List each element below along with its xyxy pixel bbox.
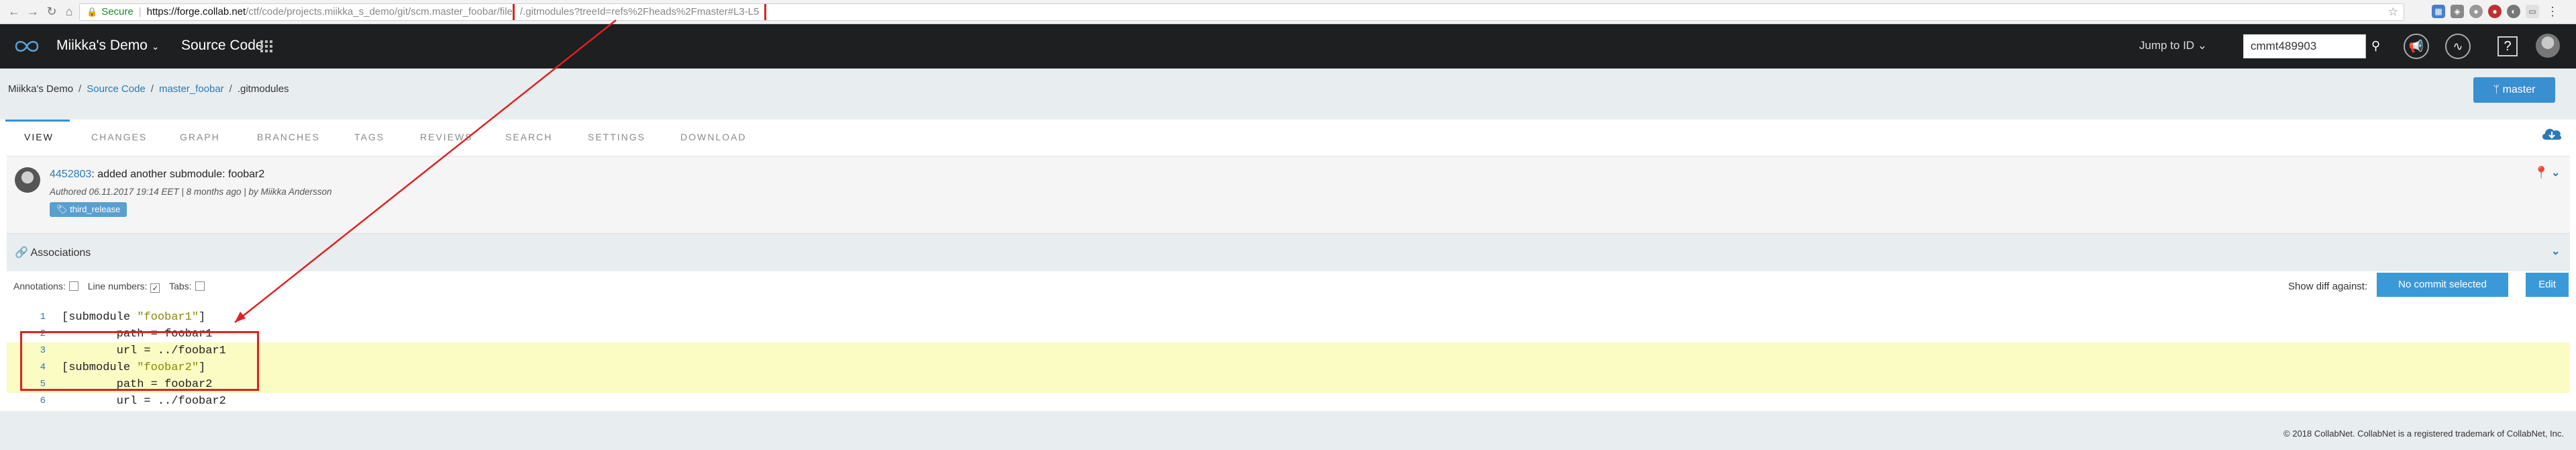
tab-view[interactable]: VIEW <box>24 132 54 142</box>
tab-bar: VIEW CHANGES GRAPH BRANCHES TAGS REVIEWS… <box>0 120 2576 156</box>
line-numbers-checkbox[interactable]: ✓ <box>150 283 160 293</box>
code-line: 6 url = ../foobar2 <box>7 393 2570 404</box>
chevron-down-icon: ⌄ <box>151 41 160 52</box>
tabs-checkbox[interactable] <box>195 281 205 291</box>
breadcrumb-repo[interactable]: master_foobar <box>159 83 224 95</box>
tab-search[interactable]: SEARCH <box>505 132 552 142</box>
tag-badge[interactable]: 🏷 third_release <box>50 202 127 217</box>
code-line-highlighted: 3 url = ../foobar1 <box>7 343 2570 359</box>
diff-commit-select[interactable]: No commit selected <box>2377 273 2508 297</box>
cloud-download-icon[interactable] <box>2540 125 2563 142</box>
activity-icon[interactable]: ∿ <box>2445 34 2471 59</box>
chevron-down-icon[interactable]: ⌄ <box>2551 166 2560 179</box>
tab-graph[interactable]: GRAPH <box>180 132 220 142</box>
annotation-box <box>20 331 259 391</box>
line-number[interactable]: 6 <box>7 393 46 404</box>
copyright-text: © 2018 CollabNet. CollabNet is a registe… <box>2283 429 2564 439</box>
branch-icon: ᛘ <box>2493 84 2500 95</box>
tab-reviews[interactable]: REVIEWS <box>420 132 473 142</box>
app-grid-icon[interactable] <box>260 40 272 52</box>
code-line: 1 [submodule "foobar1"] <box>7 309 2570 326</box>
reload-icon[interactable]: ↻ <box>44 4 59 19</box>
address-bar[interactable]: 🔒 Secure | https://forge.collab.net/ctf/cod… <box>79 3 2404 21</box>
browser-chrome: ← → ↻ ⌂ 🔒 Secure | https://forge.collab.net… <box>0 0 2576 24</box>
breadcrumb-file: .gitmodules <box>237 83 289 95</box>
tab-settings[interactable]: SETTINGS <box>588 132 646 142</box>
line-text: url = ../foobar2 <box>62 395 226 404</box>
tag-icon: 🏷 <box>56 204 68 214</box>
footer: © 2018 CollabNet. CollabNet is a registe… <box>0 411 2576 450</box>
forward-icon[interactable]: → <box>25 4 40 19</box>
extension-icon[interactable]: ◐ <box>2507 5 2520 18</box>
tab-changes[interactable]: CHANGES <box>91 132 147 142</box>
home-icon[interactable]: ⌂ <box>62 4 76 19</box>
edit-button[interactable]: Edit <box>2526 273 2569 297</box>
code-view: 1 [submodule "foobar1"] 2 path = foobar1… <box>7 304 2570 404</box>
code-line: 2 path = foobar1 <box>7 326 2570 343</box>
associations-panel[interactable]: 🔗 Associations ⌄ <box>7 234 2570 271</box>
associations-title: 🔗 Associations <box>15 247 91 259</box>
code-line-highlighted: 4 [submodule "foobar2"] <box>7 359 2570 376</box>
tab-branches[interactable]: BRANCHES <box>257 132 320 142</box>
section-title[interactable]: Source Code <box>181 38 264 54</box>
line-number[interactable]: 1 <box>7 309 46 326</box>
menu-icon[interactable]: ⋮ <box>2546 5 2559 18</box>
megaphone-icon[interactable]: 📢 <box>2404 34 2429 59</box>
extension-icon[interactable]: ● <box>2469 5 2483 18</box>
bookmark-star-icon[interactable]: ☆ <box>2388 4 2398 20</box>
commit-id-link[interactable]: 4452803 <box>50 169 91 180</box>
commit-meta: Authored 06.11.2017 19:14 EET | 8 months… <box>50 187 332 197</box>
extension-icon[interactable]: ▭ <box>2526 5 2539 18</box>
help-icon[interactable]: ? <box>2497 36 2518 56</box>
commit-title: 4452803: added another submodule: foobar… <box>50 169 264 181</box>
chevron-down-icon[interactable]: ⌄ <box>2551 244 2560 258</box>
annotations-label: Annotations: <box>13 281 66 291</box>
line-text: [submodule "foobar1"] <box>62 311 206 324</box>
file-toolbar: Annotations: Line numbers: ✓ Tabs: Show d… <box>7 271 2570 301</box>
extension-icon[interactable]: ◈ <box>2451 5 2464 18</box>
search-icon[interactable]: ⚲ <box>2371 39 2380 53</box>
code-line-highlighted: 5 path = foobar2 <box>7 376 2570 393</box>
tabs-label: Tabs: <box>169 281 192 291</box>
jump-to-id[interactable]: Jump to ID ⌄ <box>2139 39 2207 52</box>
url-path: /ctf/code/projects.miikka_s_demo/git/scm… <box>246 6 513 17</box>
secure-label: Secure <box>101 6 134 17</box>
breadcrumb-source-code[interactable]: Source Code <box>87 83 146 95</box>
line-numbers-label: Line numbers: <box>87 281 148 291</box>
map-pin-icon[interactable]: 📍 <box>2534 166 2548 180</box>
tab-tags[interactable]: TAGS <box>354 132 384 142</box>
branch-button[interactable]: ᛘ master <box>2473 77 2555 103</box>
search-input[interactable]: cmmt489903 <box>2243 34 2366 58</box>
view-options: Annotations: Line numbers: ✓ Tabs: <box>13 281 211 293</box>
active-tab-indicator <box>5 120 70 122</box>
link-icon: 🔗 <box>15 247 28 259</box>
project-selector[interactable]: Miikka's Demo ⌄ <box>56 38 159 54</box>
url-host: https://forge.collab.net <box>146 6 246 17</box>
app-header: Miikka's Demo ⌄ Source Code Jump to ID ⌄… <box>0 24 2576 69</box>
back-icon[interactable]: ← <box>7 4 21 19</box>
tab-download[interactable]: DOWNLOAD <box>680 132 746 142</box>
user-avatar[interactable] <box>2536 34 2560 58</box>
url-highlight: /.gitmodules?treeId=refs%2Fheads%2Fmaste… <box>512 4 767 20</box>
author-avatar <box>15 167 40 193</box>
breadcrumb-project: Miikka's Demo <box>8 83 74 95</box>
commit-panel: 4452803: added another submodule: foobar… <box>7 156 2570 234</box>
breadcrumb-band: Miikka's Demo / Source Code / master_foobar /… <box>0 69 2576 120</box>
lock-icon: 🔒 <box>87 7 98 17</box>
annotations-checkbox[interactable] <box>68 281 79 291</box>
breadcrumb: Miikka's Demo / Source Code / master_foobar /… <box>8 83 289 95</box>
extension-icon[interactable]: ▦ <box>2432 5 2445 18</box>
extension-icon[interactable]: ● <box>2488 5 2502 18</box>
show-diff-label: Show diff against: <box>2288 281 2368 292</box>
commit-message: : added another submodule: foobar2 <box>91 169 265 180</box>
collabnet-logo[interactable] <box>13 38 40 55</box>
